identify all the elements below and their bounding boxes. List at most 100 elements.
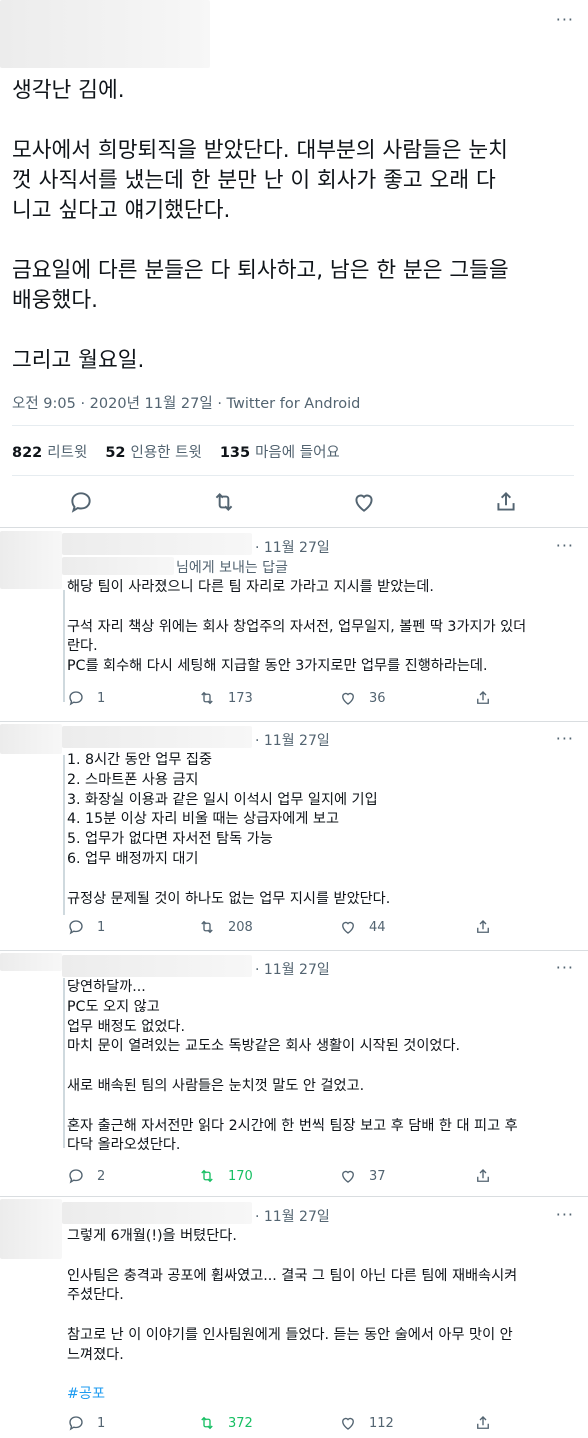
divider: [12, 475, 574, 476]
reply-text: 당연하달까... PC도 오지 않고 업무 배정도 없었다. 마치 문이 열려있…: [67, 978, 577, 1156]
main-tweet-paragraph: 금요일에 다른 분들은 다 퇴사하고, 남은 한 분은 그들을 배웅했다.: [12, 258, 509, 313]
reply-actions: 1 208 44: [67, 918, 527, 938]
reply-button[interactable]: 2: [67, 1167, 105, 1185]
reply-icon: [69, 1416, 83, 1431]
reply-line: 마치 문이 열려있는 교도소 독방같은 회사 생활이 시작된 것이었다.: [67, 1038, 461, 1055]
more-options-icon[interactable]: ···: [556, 729, 574, 748]
share-icon: [477, 920, 489, 933]
main-tweet-text: 생각난 김에. 모사에서 희망퇴직을 받았단다. 대부분의 사람들은 눈치 껏 …: [12, 76, 580, 376]
author-name-blurred: [0, 0, 210, 68]
share-icon: [477, 1169, 489, 1182]
reply-line: 6. 업무 배정까지 대기: [67, 850, 199, 867]
reply-text: 해당 팀이 사라졌으니 다른 팀 자리로 가라고 지시를 받았는데. 구석 자리…: [67, 578, 577, 677]
main-tweet-paragraph: 모사에서 희망퇴직을 받았단다. 대부분의 사람들은 눈치 껏 사직서를 냈는데…: [12, 138, 508, 223]
thread-line: [63, 978, 65, 1148]
retweet-icon: [201, 1416, 213, 1430]
reply-line: 주셨단다.: [67, 1287, 124, 1304]
reply-line: 인사팀은 충격과 공포에 휩싸였고... 결국 그 팀이 아닌 다른 팀에 재배…: [67, 1267, 518, 1284]
reply-actions: 1 372 112: [67, 1414, 527, 1434]
reply-line: 란다.: [67, 638, 98, 655]
main-tweet-paragraph: 생각난 김에.: [12, 78, 125, 103]
share-button[interactable]: [474, 918, 504, 936]
like-button[interactable]: 112: [339, 1414, 394, 1432]
retweet-icon: [201, 1169, 213, 1183]
reply-line: 2. 스마트폰 사용 금지: [67, 771, 199, 788]
retweet-button-active[interactable]: 372: [198, 1414, 253, 1432]
like-icon: [342, 921, 354, 934]
reply-line: 1. 8시간 동안 업무 집중: [67, 752, 213, 768]
reply-line: PC도 오지 않고: [67, 998, 160, 1015]
like-icon: [342, 1417, 354, 1430]
reply-icon: [69, 920, 83, 935]
reply-author-blurred: [62, 726, 252, 748]
share-button[interactable]: [474, 689, 504, 707]
reply-date[interactable]: · 11월 27일: [255, 537, 330, 557]
reply-icon: [69, 1169, 83, 1184]
share-icon[interactable]: [493, 489, 519, 515]
reply-avatar-name-blurred: [0, 1199, 62, 1259]
divider: [0, 950, 588, 951]
reply-line: 참고로 난 이 이야기를 인사팀원에게 들었다. 듣는 동안 술에서 아무 맛이…: [67, 1326, 513, 1343]
reply-date[interactable]: · 11월 27일: [255, 1206, 330, 1226]
divider: [12, 425, 574, 426]
thread-line: [63, 755, 65, 915]
reply-actions: 1 173 36: [67, 689, 527, 709]
more-options-icon[interactable]: ···: [556, 10, 574, 29]
quote-stat[interactable]: 52 인용한 트윗: [105, 441, 202, 462]
reply-button[interactable]: 1: [67, 689, 105, 707]
reply-author-blurred: [62, 955, 252, 977]
share-button[interactable]: [474, 1414, 504, 1432]
divider: [0, 721, 588, 722]
reply-icon: [69, 691, 83, 706]
reply-line: 업무 배정도 없었다.: [67, 1018, 185, 1035]
reply-to-handle-blurred: [62, 557, 174, 575]
retweet-button[interactable]: 208: [198, 918, 253, 936]
main-tweet-paragraph: 그리고 월요일.: [12, 348, 145, 373]
reply-line: PC를 회수해 다시 세팅해 지급할 동안 3가지로만 업무를 진행하라는데.: [67, 658, 488, 675]
like-stat[interactable]: 135 마음에 들어요: [220, 441, 340, 462]
like-icon[interactable]: [351, 489, 377, 515]
reply-avatar-name-blurred: [0, 531, 62, 589]
reply-line: 다닥 올라오셨단다.: [67, 1137, 181, 1154]
like-button[interactable]: 44: [339, 918, 386, 936]
reply-line: 당연하달까...: [67, 979, 146, 995]
reply-date[interactable]: · 11월 27일: [255, 730, 330, 750]
reply-line: 그렇게 6개월(!)을 버텼단다.: [67, 1228, 237, 1244]
share-button[interactable]: [474, 1167, 504, 1185]
tweet-timestamp[interactable]: 오전 9:05 · 2020년 11월 27일 · Twitter for An…: [12, 392, 360, 413]
like-button[interactable]: 36: [339, 689, 386, 707]
reply-line: 5. 업무가 없다면 자서전 탐독 가능: [67, 831, 273, 848]
retweet-icon[interactable]: [211, 489, 237, 515]
reply-date[interactable]: · 11월 27일: [255, 959, 330, 979]
reply-button[interactable]: 1: [67, 918, 105, 936]
share-icon: [477, 1416, 489, 1429]
more-options-icon[interactable]: ···: [556, 958, 574, 977]
more-options-icon[interactable]: ···: [556, 1205, 574, 1224]
divider: [0, 527, 588, 528]
reply-icon[interactable]: [68, 489, 94, 515]
reply-line: 느껴졌다.: [67, 1346, 124, 1363]
retweet-icon: [201, 920, 213, 934]
reply-line: 4. 15분 이상 자리 비울 때는 상급자에게 보고: [67, 811, 339, 828]
retweet-button-active[interactable]: 170: [198, 1167, 253, 1185]
retweet-icon: [201, 691, 213, 705]
hashtag-link[interactable]: #공포: [67, 1385, 577, 1405]
tweet-stats: 822 리트윗 52 인용한 트윗 135 마음에 들어요: [12, 441, 340, 462]
like-icon: [342, 692, 354, 705]
retweet-stat[interactable]: 822 리트윗: [12, 441, 87, 462]
share-icon: [477, 691, 489, 704]
divider: [0, 1196, 588, 1197]
reply-line: 새로 배속된 팀의 사람들은 눈치껏 말도 안 걸었고.: [67, 1077, 365, 1094]
reply-line: 3. 화장실 이용과 같은 일시 이석시 업무 일지에 기입: [67, 791, 378, 808]
tweet-actions: [0, 487, 588, 517]
reply-text: 1. 8시간 동안 업무 집중 2. 스마트폰 사용 금지 3. 화장실 이용과…: [67, 751, 577, 909]
reply-button[interactable]: 1: [67, 1414, 105, 1432]
like-icon: [342, 1170, 354, 1183]
reply-line: 혼자 출근해 자서전만 읽다 2시간에 한 번씩 팀장 보고 후 담배 한 대 …: [67, 1117, 518, 1134]
retweet-button[interactable]: 173: [198, 689, 253, 707]
reply-author-blurred: [62, 533, 252, 555]
reply-to-label: 님에게 보내는 답글: [176, 560, 288, 576]
like-button[interactable]: 37: [339, 1167, 386, 1185]
thread-line: [63, 590, 65, 702]
more-options-icon[interactable]: ···: [556, 536, 574, 555]
